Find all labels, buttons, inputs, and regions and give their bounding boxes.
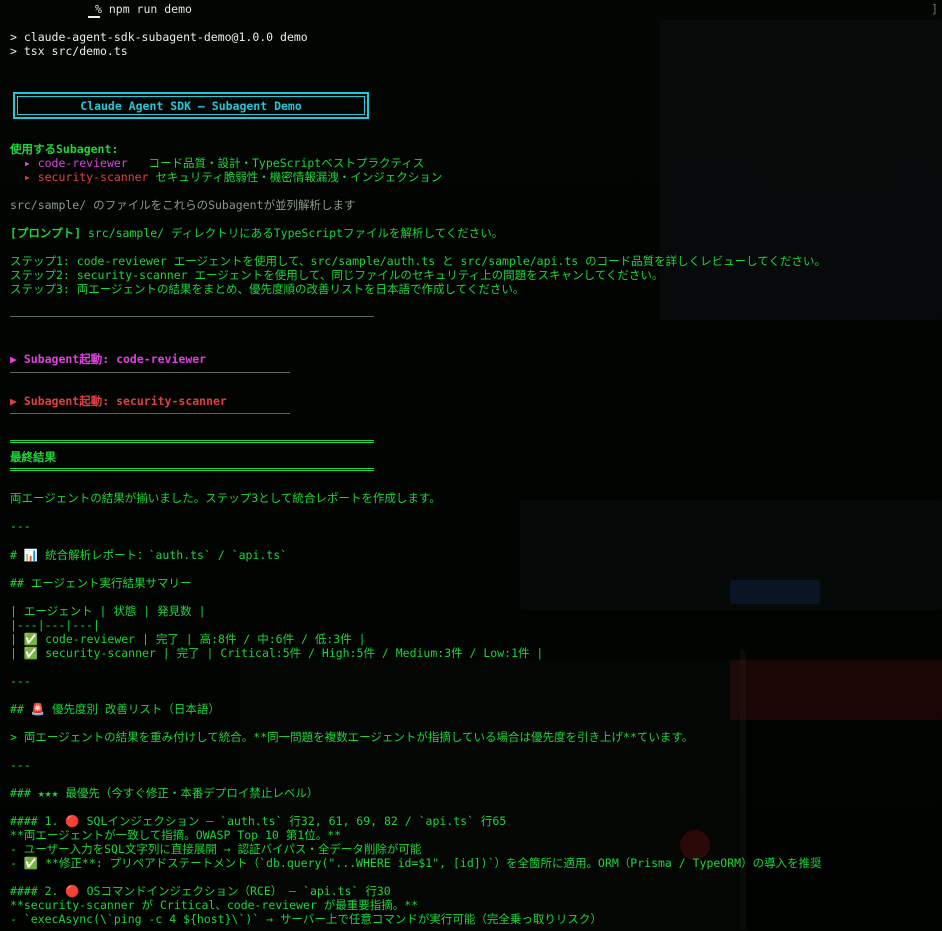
npm-script-line: > tsx src/demo.ts <box>10 44 128 58</box>
md-rule: --- <box>10 519 31 533</box>
prompt-text: src/sample/ ディレクトリにあるTypeScriptファイルを解析して… <box>81 226 504 240</box>
demo-banner: Claude Agent SDK — Subagent Demo <box>13 92 369 119</box>
command-line: % npm run demo <box>95 2 192 16</box>
step-line: ステップ3: 両エージェントの結果をまとめ、優先度順の改善リストを日本語で作成し… <box>10 282 525 296</box>
issue-line: - `execAsync(\`ping -c 4 ${host}\`)` → サ… <box>10 912 602 926</box>
subagent-desc: コード品質・設計・TypeScriptベストプラクティス <box>148 156 425 170</box>
issue-heading: #### 2. 🔴 OSコマンドインジェクション（RCE） — `api.ts`… <box>10 884 391 898</box>
divider <box>10 316 374 317</box>
table-separator: |---|---|---| <box>10 618 101 632</box>
double-divider <box>10 468 374 471</box>
subagent-name: ▸ security-scanner <box>23 170 149 184</box>
md-rule: --- <box>10 674 31 688</box>
scroll-marker: ] <box>931 2 938 16</box>
final-heading: 最終結果 <box>10 450 56 464</box>
issue-line: - ユーザー入力をSQL文字列に直接展開 → 認証バイパス・全データ削除が可能 <box>10 842 422 856</box>
terminal-window[interactable]: % npm run demo ] > claude-agent-sdk-suba… <box>0 0 942 931</box>
step-line: ステップ1: code-reviewer エージェントを使用して、src/sam… <box>10 254 826 268</box>
issue-line: **両エージェントが一致して指摘。OWASP Top 10 第1位。** <box>10 828 342 842</box>
divider <box>10 372 290 373</box>
subagent-start-security-scanner: ▶ Subagent起動: security-scanner <box>10 394 227 408</box>
double-divider <box>10 440 374 443</box>
subagent-name: ▸ code-reviewer <box>23 156 128 170</box>
issue-line: - ✅ **修正**: プリペアドステートメント（`db.query("...W… <box>10 856 822 870</box>
banner-title: Claude Agent SDK — Subagent Demo <box>80 99 302 113</box>
divider <box>10 413 290 414</box>
table-header: | エージェント | 状態 | 発見数 | <box>10 604 206 618</box>
background-window <box>730 660 942 720</box>
quote-line: > 両エージェントの結果を重み付けして統合。**同一問題を複数エージェントが指摘… <box>10 730 694 744</box>
issue-heading: #### 1. 🔴 SQLインジェクション — `auth.ts` 行32, 6… <box>10 814 507 828</box>
info-line: src/sample/ のファイルをこれらのSubagentが並列解析します <box>10 198 356 212</box>
top-priority-heading: ### ★★★ 最優先（今すぐ修正・本番デプロイ禁止レベル） <box>10 786 319 800</box>
prompt-label: [プロンプト] <box>10 226 82 240</box>
priority-heading: ## 🚨 優先度別 改善リスト（日本語） <box>10 702 220 716</box>
table-row: | ✅ code-reviewer | 完了 | 高:8件 / 中:6件 / 低… <box>10 632 366 646</box>
table-row: | ✅ security-scanner | 完了 | Critical:5件 … <box>10 646 544 660</box>
prompt-line: [プロンプト] src/sample/ ディレクトリにあるTypeScriptフ… <box>10 226 503 240</box>
subagent-desc: セキュリティ脆弱性・機密情報漏洩・インジェクション <box>155 170 443 184</box>
issue-line: **security-scanner が Critical、code-revie… <box>10 898 419 912</box>
background-window <box>660 20 942 320</box>
npm-script-line: > claude-agent-sdk-subagent-demo@1.0.0 d… <box>10 30 308 44</box>
subagent-heading: 使用するSubagent: <box>10 142 119 156</box>
output-line: 両エージェントの結果が揃いました。ステップ3として統合レポートを作成します。 <box>10 491 441 505</box>
report-title: # 📊 統合解析レポート：`auth.ts` / `api.ts` <box>10 548 288 562</box>
md-rule: --- <box>10 758 31 772</box>
background-window <box>740 650 746 930</box>
summary-heading: ## エージェント実行結果サマリー <box>10 576 192 590</box>
subagent-item: ▸ code-reviewer コード品質・設計・TypeScriptベストプラ… <box>10 156 424 170</box>
subagent-item: ▸ security-scanner セキュリティ脆弱性・機密情報漏洩・インジェ… <box>10 170 442 184</box>
step-line: ステップ2: security-scanner エージェントを使用して、同じファ… <box>10 268 664 282</box>
background-window <box>730 580 820 604</box>
subagent-start-code-reviewer: ▶ Subagent起動: code-reviewer <box>10 352 207 366</box>
